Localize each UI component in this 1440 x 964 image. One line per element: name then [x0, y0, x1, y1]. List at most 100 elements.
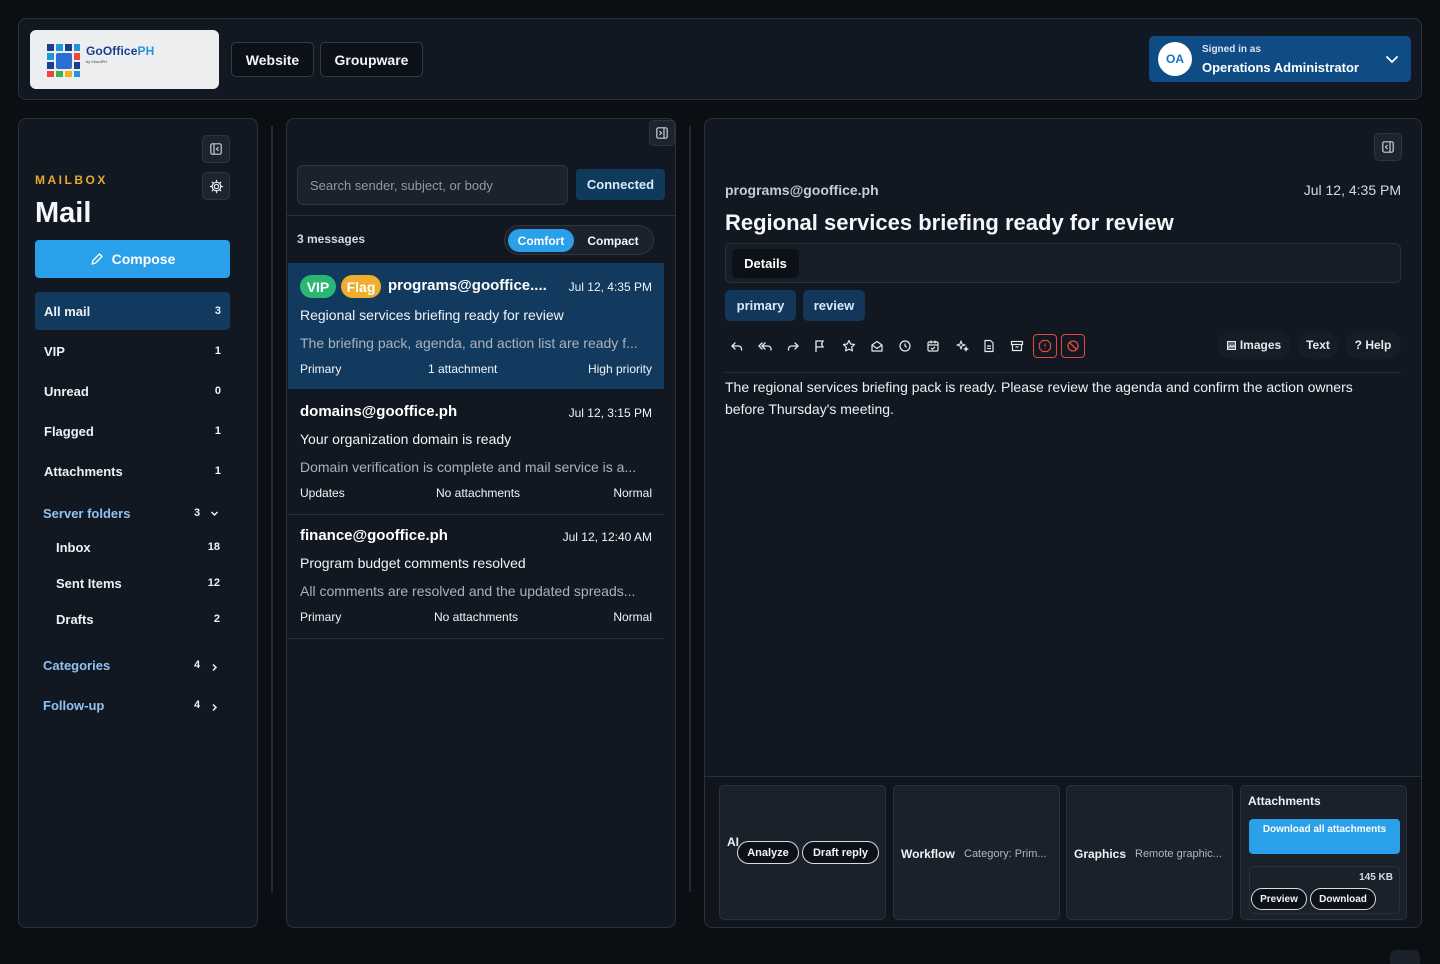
collapse-sidebar-button[interactable] — [202, 135, 230, 163]
calendar-button[interactable] — [921, 334, 945, 358]
reader-footer-tools: AI Analyze Draft reply Workflow Category… — [705, 776, 1421, 927]
mailbox-item-vip[interactable]: VIP 1 — [35, 332, 230, 370]
settings-button[interactable] — [202, 172, 230, 200]
reply-button[interactable] — [725, 334, 749, 358]
ai-button[interactable] — [950, 334, 974, 358]
message-subject: Your organization domain is ready — [300, 431, 512, 447]
attachment-item: 145 KB Preview Download — [1249, 866, 1400, 914]
flag-icon — [815, 340, 825, 352]
divider — [725, 372, 1401, 373]
forward-button[interactable] — [781, 334, 805, 358]
message-date: Jul 12, 12:40 AM — [562, 530, 652, 544]
draft-reply-button[interactable]: Draft reply — [802, 841, 879, 864]
message-list-panel: Connected 3 messages Comfort Compact VIP… — [286, 118, 676, 928]
mailbox-item-all-mail[interactable]: All mail 3 — [35, 292, 230, 330]
folder-label: Inbox — [56, 540, 91, 555]
divider — [288, 638, 664, 639]
folder-inbox[interactable]: Inbox 18 — [55, 532, 225, 562]
search-field[interactable] — [297, 165, 568, 205]
block-sender-button[interactable] — [1061, 334, 1085, 358]
mark-read-button[interactable] — [865, 334, 889, 358]
mailbox-item-count: 0 — [214, 385, 221, 397]
brand-logo[interactable]: GoOfficePH by KloudPH — [30, 30, 219, 89]
search-input[interactable] — [310, 178, 555, 193]
collapse-list-button[interactable] — [649, 120, 675, 146]
corner-tab[interactable] — [1390, 950, 1420, 964]
collapse-panel-icon — [1382, 141, 1394, 153]
sparkle-icon — [956, 340, 969, 352]
view-text-button[interactable]: Text — [1298, 331, 1338, 359]
note-button[interactable] — [977, 334, 1001, 358]
divider — [287, 215, 675, 216]
website-button[interactable]: Website — [231, 42, 314, 77]
followup-toggle[interactable]: Follow-up 4 — [43, 694, 223, 718]
analyze-button[interactable]: Analyze — [737, 841, 799, 864]
download-button[interactable]: Download — [1310, 888, 1376, 910]
density-compact-button[interactable]: Compact — [577, 229, 649, 252]
message-priority: High priority — [587, 362, 652, 376]
mailbox-item-count: 3 — [214, 305, 221, 317]
report-spam-button[interactable] — [1033, 334, 1057, 358]
compose-button[interactable]: Compose — [35, 240, 230, 278]
sidebar-resize-handle[interactable] — [271, 126, 273, 892]
message-attachments: No attachments — [436, 486, 521, 500]
message-row[interactable]: finance@gooffice.ph Jul 12, 12:40 AM Pro… — [288, 515, 664, 637]
help-button[interactable]: ? Help — [1345, 331, 1401, 359]
logo-grid-icon — [47, 44, 80, 77]
user-menu[interactable]: OA Signed in as Operations Administrator — [1149, 36, 1411, 82]
mailbox-item-unread[interactable]: Unread 0 — [35, 372, 230, 410]
folder-label: Sent Items — [56, 576, 122, 591]
details-section: Details — [725, 243, 1401, 283]
graphics-card[interactable]: Graphics Remote graphic... — [1066, 785, 1233, 920]
message-row[interactable]: VIP Flag programs@gooffice.... Jul 12, 4… — [288, 263, 664, 389]
group-count: 4 — [194, 659, 201, 671]
archive-button[interactable] — [1005, 334, 1029, 358]
density-comfort-button[interactable]: Comfort — [508, 229, 574, 252]
message-count: 3 messages — [297, 232, 366, 246]
mailbox-item-label: VIP — [44, 344, 65, 359]
workflow-value: Category: Prim... — [964, 848, 1047, 860]
details-toggle[interactable]: Details — [732, 249, 799, 278]
calendar-icon — [927, 340, 939, 352]
workflow-card[interactable]: Workflow Category: Prim... — [893, 785, 1060, 920]
graphics-label: Graphics — [1074, 847, 1127, 861]
gear-icon — [209, 179, 223, 193]
server-folders-toggle[interactable]: Server folders 3 — [43, 502, 223, 526]
vip-badge: VIP — [300, 275, 336, 298]
snooze-button[interactable] — [893, 334, 917, 358]
tag-review[interactable]: review — [803, 290, 865, 321]
clock-icon — [899, 340, 911, 352]
message-subject: Regional services briefing ready for rev… — [300, 307, 564, 323]
groupware-button[interactable]: Groupware — [320, 42, 423, 77]
user-name: Operations Administrator — [1202, 60, 1359, 75]
preview-button[interactable]: Preview — [1251, 888, 1307, 910]
message-preview: The briefing pack, agenda, and action li… — [300, 335, 638, 351]
image-icon — [1226, 340, 1236, 350]
reply-all-button[interactable] — [753, 334, 777, 358]
mailbox-eyebrow: MAILBOX — [35, 173, 108, 187]
star-button[interactable] — [837, 334, 861, 358]
mailbox-item-label: Unread — [44, 384, 89, 399]
message-body: The regional services briefing pack is r… — [725, 379, 1353, 417]
group-count: 4 — [194, 699, 201, 711]
message-row[interactable]: domains@gooffice.ph Jul 12, 3:15 PM Your… — [288, 391, 664, 513]
list-resize-handle[interactable] — [689, 126, 691, 892]
flag-button[interactable] — [808, 334, 832, 358]
mailbox-item-attachments[interactable]: Attachments 1 — [35, 452, 230, 490]
tag-primary[interactable]: primary — [725, 290, 796, 321]
note-icon — [984, 339, 994, 353]
flag-badge: Flag — [341, 275, 381, 298]
mailbox-item-label: Flagged — [44, 424, 94, 439]
download-all-button[interactable]: Download all attachments — [1249, 819, 1400, 854]
collapse-reader-button[interactable] — [1374, 133, 1402, 161]
folder-drafts[interactable]: Drafts 2 — [55, 604, 225, 634]
message-attachments: No attachments — [434, 610, 519, 624]
view-images-button[interactable]: Images — [1217, 331, 1291, 359]
mailbox-item-flagged[interactable]: Flagged 1 — [35, 412, 230, 450]
folder-sent-items[interactable]: Sent Items 12 — [55, 568, 225, 598]
message-subject: Program budget comments resolved — [300, 555, 526, 571]
categories-toggle[interactable]: Categories 4 — [43, 654, 223, 678]
collapse-panel-icon — [210, 143, 222, 155]
signed-in-label: Signed in as — [1202, 44, 1261, 55]
mailbox-item-count: 1 — [214, 345, 221, 357]
